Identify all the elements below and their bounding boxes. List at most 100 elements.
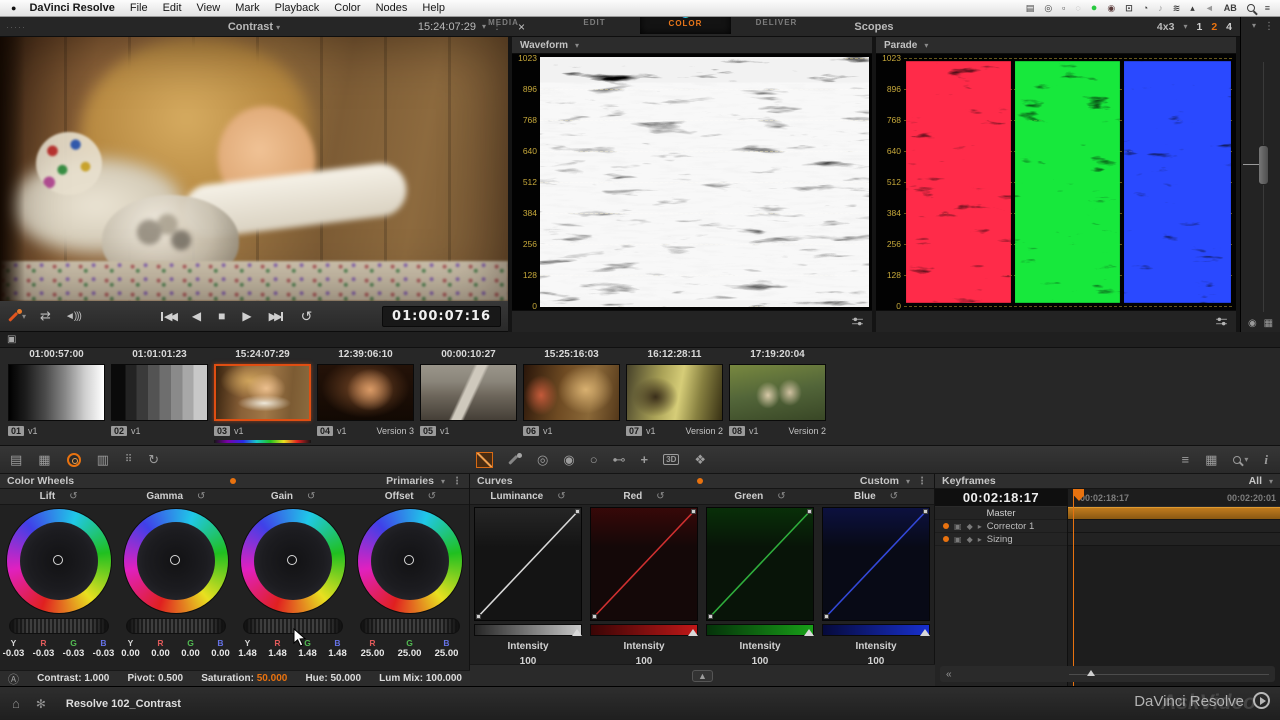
- sizing-track-bar[interactable]: [1068, 533, 1280, 546]
- curves-icon-active[interactable]: [476, 451, 493, 468]
- stop-button[interactable]: ■: [218, 309, 225, 323]
- curves-options-icon[interactable]: ⋮: [917, 476, 927, 487]
- track-sizing[interactable]: ▣ ◆ ▸ Sizing: [935, 533, 1067, 546]
- wifi-status-icon[interactable]: ≋: [1173, 3, 1181, 14]
- parade-type-select[interactable]: Parade: [884, 40, 917, 51]
- search-icon[interactable]: ▾: [1233, 455, 1248, 464]
- gain-color-wheel[interactable]: [240, 509, 345, 613]
- swirl-status-icon[interactable]: ◌: [1075, 3, 1080, 13]
- lift-color-wheel[interactable]: [6, 509, 111, 613]
- tracker-icon[interactable]: +: [641, 452, 649, 467]
- keyboard-status-icon[interactable]: ▫: [1062, 3, 1065, 13]
- keyframe-diamond-icon[interactable]: ◆: [967, 522, 973, 531]
- clip-thumbnail[interactable]: [214, 364, 311, 421]
- luminance-reset-icon[interactable]: ↺: [557, 491, 565, 502]
- keyframes-ruler[interactable]: 00:02:18:17 00:02:20:01: [1068, 489, 1280, 507]
- red-range-slider[interactable]: [590, 624, 698, 636]
- menu-color[interactable]: Color: [334, 2, 360, 14]
- lock-icon[interactable]: ▣: [954, 535, 962, 544]
- green-curve-graph[interactable]: [706, 507, 814, 621]
- grab-still-eyedropper-icon[interactable]: [8, 309, 22, 323]
- eject-status-icon[interactable]: ▴: [1190, 3, 1195, 14]
- stereo-3d-icon[interactable]: ↻: [148, 452, 159, 468]
- expand-icon[interactable]: ▸: [978, 535, 982, 544]
- step-back-button[interactable]: ◀: [192, 309, 201, 323]
- gain-reset-icon[interactable]: ↺: [307, 491, 315, 502]
- blue-range-slider[interactable]: [822, 624, 930, 636]
- eye-status-icon[interactable]: ◉: [1107, 3, 1115, 14]
- gamma-wheel-indicator[interactable]: [169, 555, 180, 565]
- clip-thumbnail[interactable]: [8, 364, 105, 421]
- zoom-slider-handle[interactable]: [1087, 669, 1095, 676]
- track-enable-dot[interactable]: [943, 523, 949, 529]
- audio-status-icon[interactable]: ♪: [1158, 3, 1163, 13]
- gamma-reset-icon[interactable]: ↺: [197, 491, 205, 502]
- timeline-clip-6[interactable]: 15:25:16:03 06 v1: [523, 349, 620, 445]
- timeline-clip-4[interactable]: 12:39:06:10 04 v1 Version 3: [317, 349, 414, 445]
- skip-to-end-button[interactable]: ▶▶: [269, 310, 284, 323]
- grid-view-icon[interactable]: ▦: [1205, 452, 1217, 468]
- 3d-icon[interactable]: 3D: [663, 454, 680, 465]
- waveform-dropdown-icon[interactable]: ▾: [575, 41, 579, 50]
- timeline-clip-7[interactable]: 16:12:28:11 07 v1 Version 2: [626, 349, 723, 445]
- luminance-curve-graph[interactable]: [474, 507, 582, 621]
- parade-settings-icon[interactable]: [1215, 316, 1228, 327]
- expand-icon[interactable]: ▸: [978, 522, 982, 531]
- lift-reset-icon[interactable]: ↺: [69, 491, 77, 502]
- filter-icon[interactable]: ≡: [1181, 452, 1189, 467]
- camera-status-icon[interactable]: ▤: [1026, 3, 1035, 14]
- timeline-clip-5[interactable]: 00:00:10:27 05 v1: [420, 349, 517, 445]
- curves-mode-dropdown-icon[interactable]: ▾: [906, 477, 910, 486]
- color-wheels-icon-active[interactable]: [66, 452, 81, 467]
- home-icon[interactable]: ⌂: [12, 696, 20, 711]
- gain-wheel-indicator[interactable]: [286, 555, 297, 565]
- keyer-icon[interactable]: ⊷: [613, 452, 626, 468]
- curves-tool-icon[interactable]: ▲: [692, 669, 713, 682]
- blur-icon[interactable]: ❖: [694, 452, 706, 468]
- keyframes-playhead[interactable]: [1073, 489, 1084, 686]
- contrast-control[interactable]: Contrast: 1.000: [37, 673, 109, 684]
- sync-status-icon[interactable]: ◎: [1044, 3, 1052, 14]
- color-match-icon[interactable]: ▦: [38, 452, 50, 468]
- green-reset-icon[interactable]: ↺: [777, 491, 785, 502]
- keyframes-zoom-slider[interactable]: [1069, 669, 1269, 676]
- blue-curve-graph[interactable]: [822, 507, 930, 621]
- pivot-control[interactable]: Pivot: 0.500: [127, 673, 183, 684]
- gamma-master-wheel[interactable]: [125, 618, 226, 634]
- viewer-title-dropdown-icon[interactable]: ▾: [276, 23, 280, 32]
- timeline-clip-8[interactable]: 17:19:20:04 08 v1 Version 2: [729, 349, 826, 445]
- offset-master-wheel[interactable]: [359, 618, 460, 634]
- menu-help[interactable]: Help: [422, 2, 445, 14]
- strip-grid-icon[interactable]: ▦: [1264, 318, 1273, 329]
- offset-color-wheel[interactable]: [357, 509, 462, 613]
- spotlight-search-icon[interactable]: [1246, 4, 1255, 12]
- loop-button[interactable]: ↺: [301, 308, 313, 325]
- clip-thumbnail[interactable]: [317, 364, 414, 421]
- green-range-slider[interactable]: [706, 624, 814, 636]
- lift-wheel-indicator[interactable]: [52, 555, 63, 565]
- clip-thumbnail[interactable]: [420, 364, 517, 421]
- audio-mute-icon[interactable]: ◄))): [65, 311, 82, 322]
- menu-mark[interactable]: Mark: [235, 2, 259, 14]
- red-reset-icon[interactable]: ↺: [656, 491, 664, 502]
- clip-thumbnail[interactable]: [523, 364, 620, 421]
- master-track-bar[interactable]: [1068, 507, 1280, 520]
- qualifier-eyedropper-icon[interactable]: [508, 452, 522, 467]
- menu-playback[interactable]: Playback: [275, 2, 320, 14]
- menu-edit[interactable]: Edit: [163, 2, 182, 14]
- track-corrector-1[interactable]: ▣ ◆ ▸ Corrector 1: [935, 520, 1067, 533]
- settings-gear-icon[interactable]: ✻: [36, 697, 46, 711]
- wheels-mode-select[interactable]: Primaries: [386, 475, 434, 487]
- timeline-clip-2[interactable]: 01:01:01:23 02 v1: [111, 349, 208, 445]
- green-app-status-icon[interactable]: ●: [1091, 2, 1098, 14]
- strip-options-icon[interactable]: ⋮: [1264, 21, 1274, 32]
- keyframes-timeline[interactable]: 00:02:18:17 00:02:20:01: [1068, 489, 1280, 686]
- offset-wheel-indicator[interactable]: [403, 555, 414, 565]
- eyedropper-dropdown-icon[interactable]: ▾: [22, 312, 26, 321]
- strip-dropdown-icon[interactable]: ▾: [1252, 21, 1256, 32]
- play-button[interactable]: ▶: [242, 309, 251, 323]
- vertical-slider-handle[interactable]: [1258, 145, 1269, 185]
- lift-master-wheel[interactable]: [8, 618, 109, 634]
- info-icon[interactable]: i: [1264, 452, 1268, 468]
- menu-file[interactable]: File: [130, 2, 148, 14]
